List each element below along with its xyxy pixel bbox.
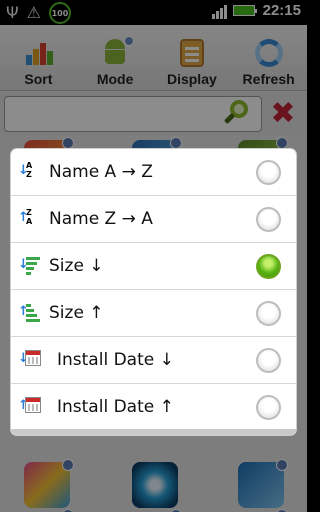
sort-option-date-asc[interactable]: ↑ Install Date ↑: [11, 384, 296, 431]
option-label: Size ↑: [49, 303, 104, 323]
dialog-bottom-bar: [11, 429, 296, 435]
sort-option-name-desc[interactable]: ↑ ZA Name Z → A: [11, 196, 296, 243]
sort-option-date-desc[interactable]: ↓ Install Date ↓: [11, 337, 296, 384]
radio-button[interactable]: [256, 160, 281, 185]
sort-size-desc-icon: ↓: [18, 254, 42, 278]
sort-dialog: ↓ AZ Name A → Z ↑ ZA Name Z → A ↓ Size ↓…: [11, 149, 296, 435]
radio-button-selected[interactable]: [256, 254, 281, 279]
radio-button[interactable]: [256, 348, 281, 373]
radio-button[interactable]: [256, 301, 281, 326]
sort-name-desc-icon: ↑ ZA: [18, 208, 33, 226]
sort-option-size-desc[interactable]: ↓ Size ↓: [11, 243, 296, 290]
calendar-asc-icon: ↑: [18, 395, 42, 419]
sort-option-size-asc[interactable]: ↑ Size ↑: [11, 290, 296, 337]
calendar-desc-icon: ↓: [18, 348, 42, 372]
option-label: Size ↓: [49, 256, 104, 276]
radio-button[interactable]: [256, 207, 281, 232]
radio-button[interactable]: [256, 395, 281, 420]
sort-size-asc-icon: ↑: [18, 301, 42, 325]
option-label: Install Date ↑: [57, 397, 174, 417]
sort-option-name-asc[interactable]: ↓ AZ Name A → Z: [11, 149, 296, 196]
option-label: Install Date ↓: [57, 350, 174, 370]
sort-name-asc-icon: ↓ AZ: [18, 161, 33, 179]
option-label: Name A → Z: [49, 162, 153, 182]
option-label: Name Z → A: [49, 209, 153, 229]
